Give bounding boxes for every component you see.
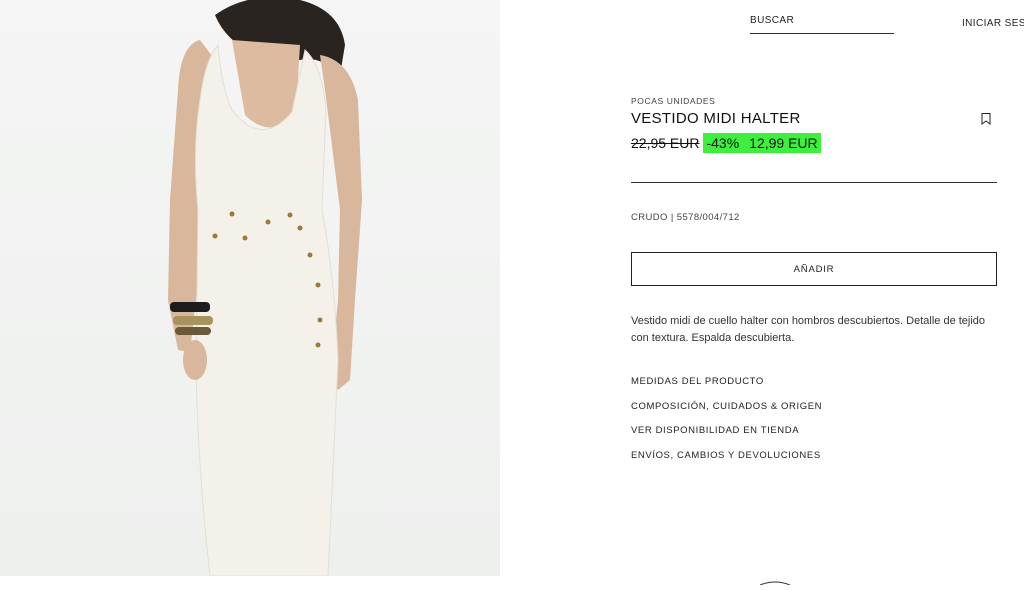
info-links: MEDIDAS DEL PRODUCTO COMPOSICIÓN, CUIDAD… bbox=[631, 376, 822, 474]
link-shipping-returns[interactable]: ENVÍOS, CAMBIOS Y DEVOLUCIONES bbox=[631, 450, 822, 475]
old-price: 22,95 EUR bbox=[631, 135, 700, 151]
link-product-measurements[interactable]: MEDIDAS DEL PRODUCTO bbox=[631, 376, 822, 401]
color-reference: CRUDO | 5578/004/712 bbox=[631, 212, 740, 223]
discount-percent: -43% bbox=[706, 135, 740, 151]
link-store-availability[interactable]: VER DISPONIBILIDAD EN TIENDA bbox=[631, 425, 822, 450]
product-title: VESTIDO MIDI HALTER bbox=[631, 110, 801, 127]
price-row: 22,95 EUR -43% 12,99 EUR bbox=[631, 132, 821, 154]
link-composition-care[interactable]: COMPOSICIÓN, CUIDADOS & ORIGEN bbox=[631, 401, 822, 426]
add-to-cart-button[interactable]: AÑADIR bbox=[631, 252, 997, 286]
stock-badge: POCAS UNIDADES bbox=[631, 96, 716, 106]
product-description: Vestido midi de cuello halter con hombro… bbox=[631, 315, 986, 344]
bookmark-icon[interactable] bbox=[981, 112, 991, 125]
sale-price: 12,99 EUR bbox=[749, 135, 818, 151]
search-input[interactable]: BUSCAR bbox=[750, 15, 894, 34]
product-image[interactable] bbox=[0, 0, 500, 576]
partial-graphic bbox=[759, 572, 791, 586]
divider bbox=[631, 182, 997, 183]
login-link[interactable]: INICIAR SESI bbox=[962, 18, 1024, 29]
sale-highlight: -43% 12,99 EUR bbox=[703, 133, 821, 153]
model-illustration bbox=[168, 0, 362, 576]
